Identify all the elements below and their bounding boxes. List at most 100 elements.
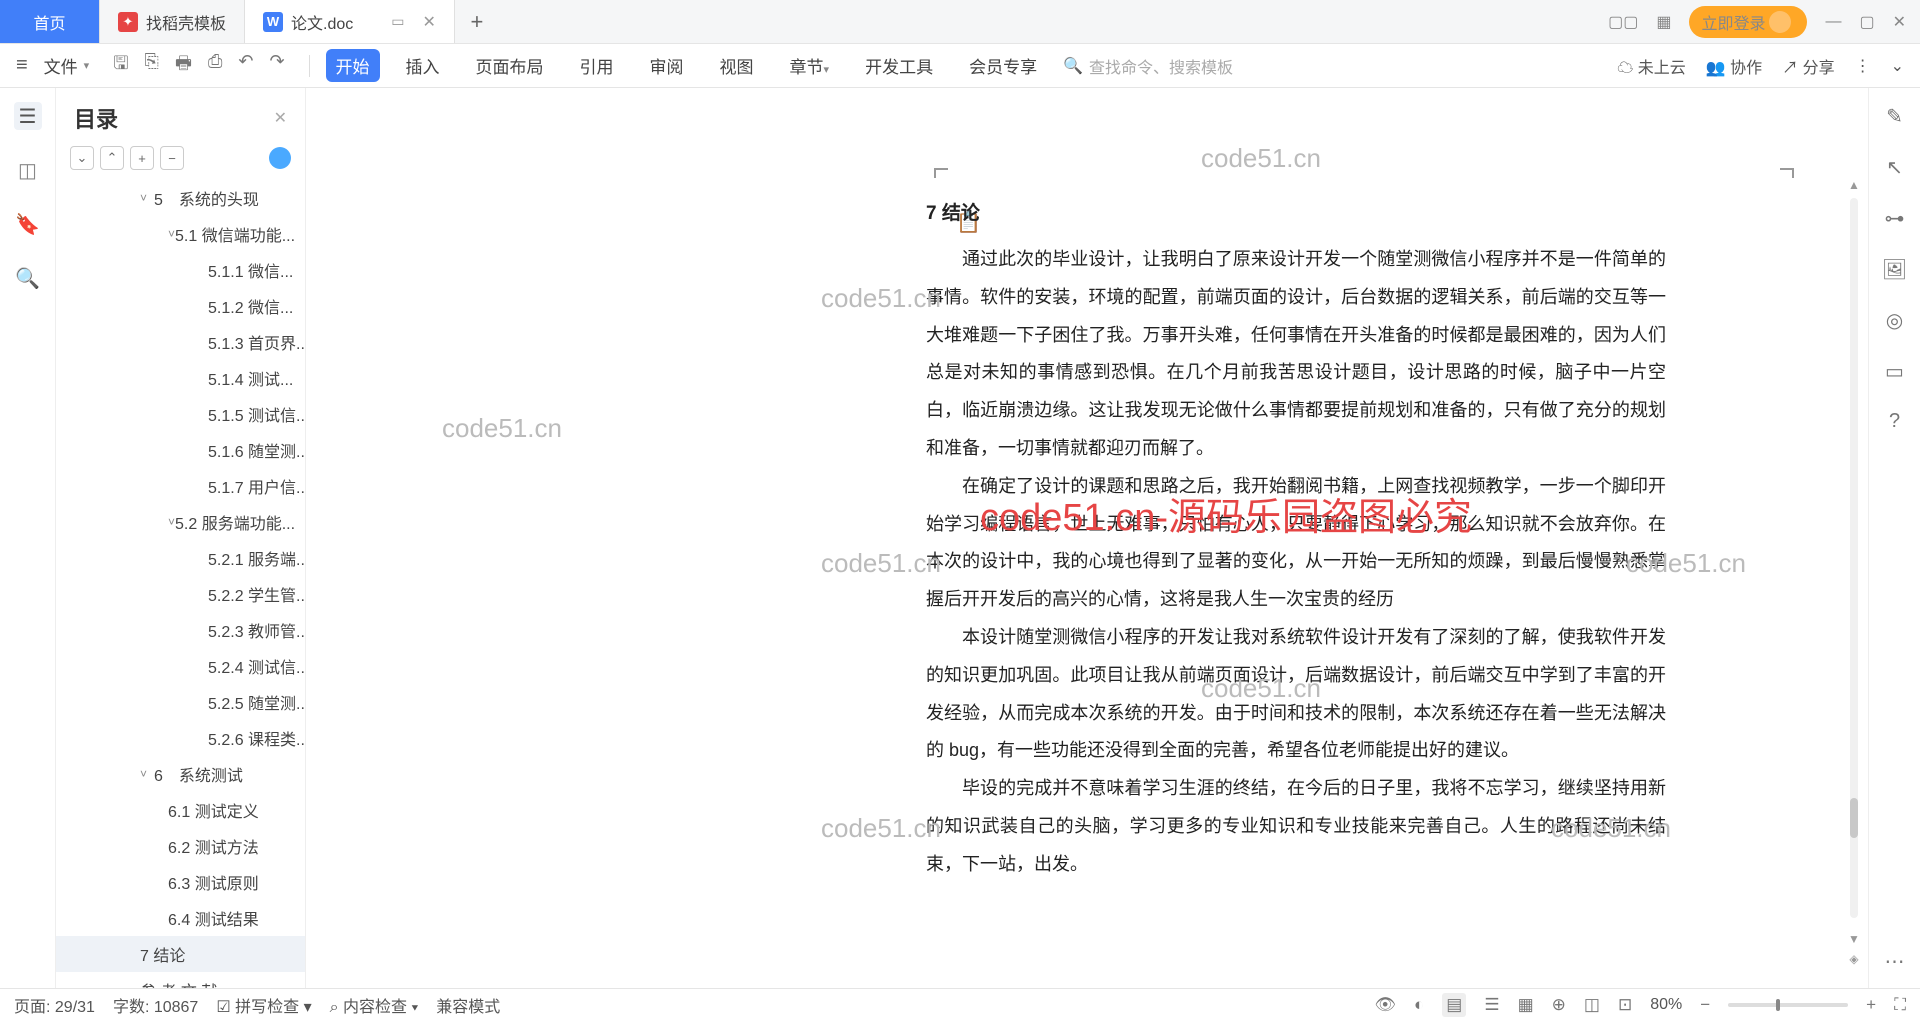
collapse-all-icon[interactable]: ⌄ (70, 146, 94, 170)
outline-node[interactable]: 5.2.2 学生管... (56, 576, 305, 612)
scroll-thumb[interactable] (1850, 798, 1858, 838)
preview-icon[interactable]: ⎙ (208, 51, 222, 81)
tab-home[interactable]: 首页 (0, 0, 100, 43)
pen-icon[interactable]: ✎ (1886, 104, 1903, 129)
compat-mode[interactable]: 兼容模式 (436, 993, 500, 1017)
eye-icon[interactable]: 👁 (1374, 995, 1396, 1015)
outline-node[interactable]: ˅5 系统的头现 (56, 180, 305, 216)
spellcheck-button[interactable]: ☑ 拼写检查 ▾ (216, 993, 311, 1017)
outline-node[interactable]: ˅5.1 微信端功能... (56, 216, 305, 252)
cloud-status[interactable]: ☁ 未上云 (1617, 54, 1685, 78)
outline-node[interactable]: 7 结论 (56, 936, 305, 972)
outline-node[interactable]: 5.2.5 随堂测... (56, 684, 305, 720)
outline-close-icon[interactable]: ✕ (274, 108, 287, 128)
content-check-button[interactable]: ⌕ 内容检查 ▾ (330, 993, 419, 1017)
fullscreen-icon[interactable]: ⛶ (1894, 995, 1906, 1015)
cursor-icon[interactable]: ↖ (1886, 155, 1903, 180)
outline-node[interactable]: 6.1 测试定义 (56, 792, 305, 828)
hamburger-icon[interactable]: ≡ (16, 54, 28, 77)
outline-node[interactable]: 6.3 测试原则 (56, 864, 305, 900)
outline-node[interactable]: 6.2 测试方法 (56, 828, 305, 864)
collapse-ribbon-icon[interactable]: ⌄ (1891, 56, 1904, 76)
bookmark-icon[interactable]: 🔖 (14, 210, 42, 238)
word-count[interactable]: 字数: 10867 (113, 993, 198, 1017)
undo-icon[interactable]: ↶ (238, 51, 253, 81)
file-menu[interactable]: 文件▾ (44, 53, 90, 78)
outline-node[interactable]: ˅5.2 服务端功能... (56, 504, 305, 540)
more-icon[interactable]: ⋮ (1855, 56, 1871, 76)
document-viewport[interactable]: 📋 ≈ 7 结论 通过此次的毕业设计，让我明白了原来设计开发一个随堂测微信小程序… (306, 88, 1868, 988)
view-outline-icon[interactable]: ☰ (1484, 995, 1499, 1015)
tab-close-icon[interactable]: ✕ (423, 12, 436, 32)
outline-node[interactable]: 5.1.6 随堂测... (56, 432, 305, 468)
outline-node[interactable]: 5.1.3 首页界... (56, 324, 305, 360)
open-icon[interactable]: ⎘ (145, 51, 159, 81)
save-icon[interactable]: 🖫 (113, 51, 128, 81)
ribtab-section[interactable]: 章节▾ (780, 49, 840, 82)
ribtab-insert[interactable]: 插入 (396, 49, 450, 82)
outline-node[interactable]: ˅6 系统测试 (56, 756, 305, 792)
ribtab-dev[interactable]: 开发工具 (855, 49, 943, 82)
outline-node[interactable]: 5.1.5 测试信... (56, 396, 305, 432)
outline-node[interactable]: 5.1.1 微信... (56, 252, 305, 288)
image-icon[interactable]: 🖼 (1882, 257, 1907, 282)
minimize-icon[interactable]: — (1825, 13, 1841, 31)
scroll-page-icon[interactable]: ◈ (1846, 952, 1862, 968)
outline-node[interactable]: 5.2.6 课程类... (56, 720, 305, 756)
command-search[interactable]: 🔍查找命令、搜索模板 (1063, 54, 1293, 78)
outline-node[interactable]: 5.2.4 测试信... (56, 648, 305, 684)
view-thumb-icon[interactable]: ▦ (1518, 995, 1534, 1015)
ribtab-layout[interactable]: 页面布局 (466, 49, 554, 82)
outline-node[interactable]: 5.1.7 用户信... (56, 468, 305, 504)
new-tab-button[interactable]: + (455, 0, 499, 43)
view-grid-icon[interactable]: ◫ (1584, 995, 1600, 1015)
login-button[interactable]: 立即登录 (1689, 6, 1807, 38)
ribtab-ref[interactable]: 引用 (570, 49, 624, 82)
print-icon[interactable]: 🖶 (175, 51, 192, 81)
zoom-fit-icon[interactable]: ⊡ (1618, 995, 1632, 1015)
view-page-icon[interactable]: ▤ (1442, 993, 1466, 1017)
apps-icon[interactable]: ▦ (1656, 12, 1671, 32)
tab-templates[interactable]: ✦ 找稻壳模板 (100, 0, 245, 43)
outline-node[interactable]: 6.4 测试结果 (56, 900, 305, 936)
scroll-up-icon[interactable]: ▲ (1846, 178, 1862, 194)
find-icon[interactable]: 🔍 (14, 264, 42, 292)
ribtab-view[interactable]: 视图 (710, 49, 764, 82)
zoom-slider[interactable] (1728, 1003, 1848, 1007)
outline-node[interactable]: 5.2.3 教师管... (56, 612, 305, 648)
ribtab-start[interactable]: 开始 (326, 49, 380, 82)
outline-node[interactable]: 5.2.1 服务端... (56, 540, 305, 576)
help-icon[interactable]: ? (1889, 410, 1900, 433)
share-button[interactable]: ↗ 分享 (1782, 54, 1834, 78)
close-icon[interactable]: ✕ (1893, 12, 1906, 32)
outline-node[interactable]: 5.1.4 测试... (56, 360, 305, 396)
ribtab-review[interactable]: 审阅 (640, 49, 694, 82)
nav-icon[interactable]: ◫ (14, 156, 42, 184)
tab-document[interactable]: W 论文.doc ▭ ✕ (245, 0, 455, 43)
add-icon[interactable]: + (130, 146, 154, 170)
page-indicator[interactable]: 页面: 29/31 (14, 993, 95, 1017)
redo-icon[interactable]: ↷ (269, 51, 284, 81)
settings-icon[interactable]: ⊶ (1885, 206, 1905, 231)
layout-icon[interactable]: ▢▢ (1608, 12, 1638, 32)
zoom-in-icon[interactable]: + (1866, 995, 1876, 1015)
outline-setting-icon[interactable] (269, 147, 291, 169)
read-icon[interactable]: ▭ (1885, 359, 1904, 384)
outline-icon[interactable]: ☰ (14, 102, 42, 130)
more-tools-icon[interactable]: ⋯ (1885, 949, 1905, 974)
target-icon[interactable]: ◎ (1886, 308, 1903, 333)
maximize-icon[interactable]: ▢ (1859, 12, 1874, 32)
zoom-level[interactable]: 80% (1650, 996, 1682, 1014)
ribtab-vip[interactable]: 会员专享 (959, 49, 1047, 82)
scroll-down-icon[interactable]: ▼ (1846, 932, 1862, 948)
remove-icon[interactable]: − (160, 146, 184, 170)
outline-node[interactable]: 5.1.2 微信... (56, 288, 305, 324)
focus-icon[interactable]: ◐ (1414, 995, 1424, 1015)
collab-button[interactable]: 👥 协作 (1706, 54, 1762, 78)
tab-window-icon[interactable]: ▭ (391, 13, 404, 30)
vertical-scrollbar[interactable]: ▲ ▼ ◈ (1846, 178, 1864, 978)
zoom-out-icon[interactable]: − (1700, 995, 1710, 1015)
expand-all-icon[interactable]: ⌃ (100, 146, 124, 170)
outline-node[interactable]: 参 考 文 献 (56, 972, 305, 988)
view-web-icon[interactable]: ⊕ (1552, 995, 1566, 1015)
